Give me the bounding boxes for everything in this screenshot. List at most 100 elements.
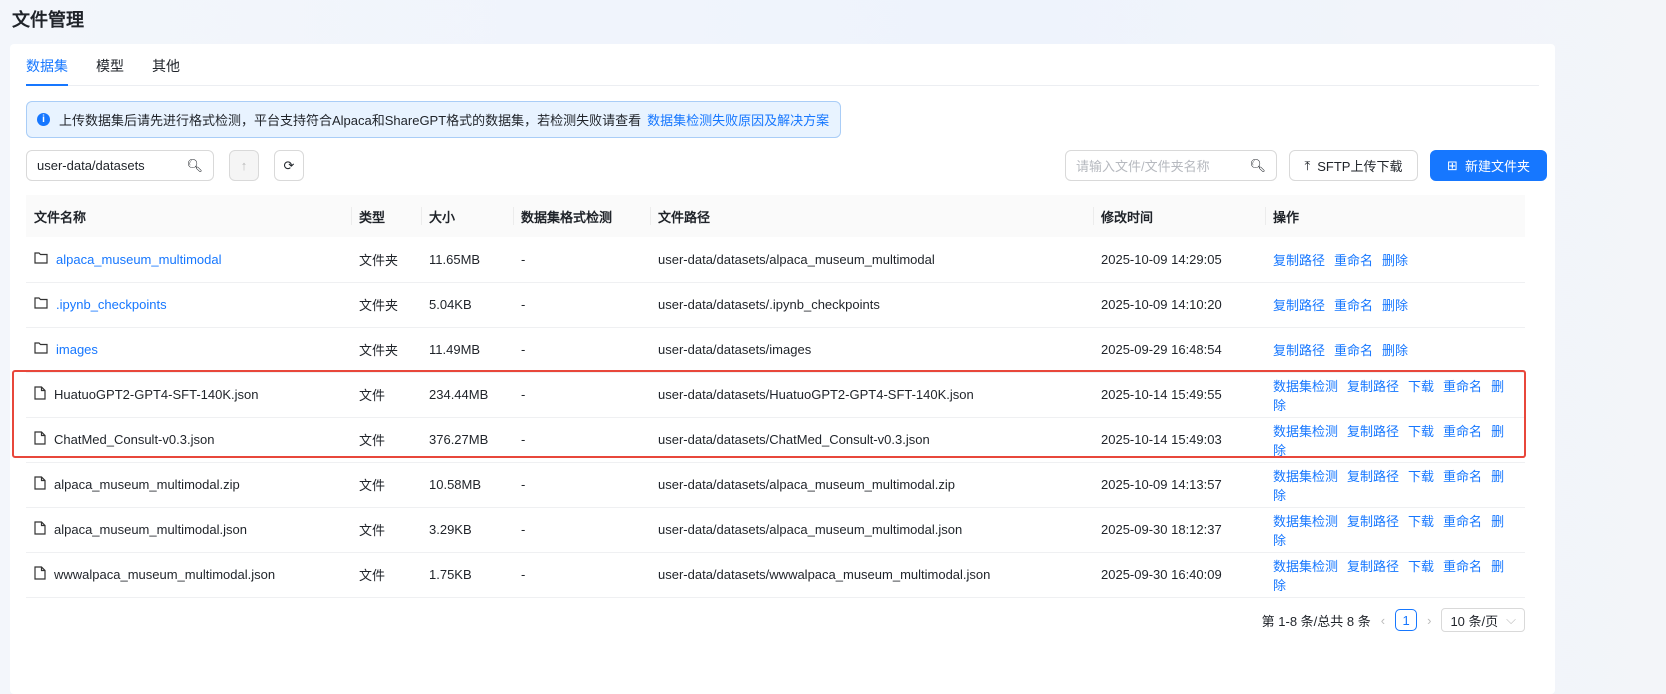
notice-help-link[interactable]: 数据集检测失败原因及解决方案 xyxy=(647,110,829,129)
info-notice: i 上传数据集后请先进行格式检测，平台支持符合Alpaca和ShareGPT格式… xyxy=(26,101,841,138)
action-link[interactable]: 重命名 xyxy=(1334,343,1373,358)
sftp-button[interactable]: ⤒ SFTP上传下载 xyxy=(1289,150,1418,181)
path-input[interactable]: user-data/datasets 🔍︎ xyxy=(26,150,214,181)
action-link[interactable]: 数据集检测 xyxy=(1273,514,1338,529)
table-row: wwwalpaca_museum_multimodal.json 文件 1.75… xyxy=(26,552,1525,598)
tab-datasets[interactable]: 数据集 xyxy=(26,56,68,86)
search-icon[interactable]: 🔍︎ xyxy=(186,158,203,174)
search-placeholder: 请输入文件/文件夹名称 xyxy=(1076,159,1210,174)
action-link[interactable]: 数据集检测 xyxy=(1273,469,1338,484)
format-check: - xyxy=(513,552,650,598)
page-1[interactable]: 1 xyxy=(1395,609,1418,631)
action-link[interactable]: 删除 xyxy=(1382,253,1408,268)
action-link[interactable]: 重命名 xyxy=(1443,379,1482,394)
info-icon: i xyxy=(37,113,50,126)
table-row: alpaca_museum_multimodal.json 文件 3.29KB … xyxy=(26,507,1525,553)
file-name[interactable]: images xyxy=(56,342,98,357)
action-link[interactable]: 复制路径 xyxy=(1273,343,1325,358)
tab-models[interactable]: 模型 xyxy=(96,56,124,76)
folder-plus-icon: ⊞ xyxy=(1447,157,1458,173)
action-link[interactable]: 复制路径 xyxy=(1347,469,1399,484)
action-link[interactable]: 复制路径 xyxy=(1273,253,1325,268)
file-type: 文件夹 xyxy=(351,327,421,373)
table-row: HuatuoGPT2-GPT4-SFT-140K.json 文件 234.44M… xyxy=(26,372,1525,418)
action-link[interactable]: 删除 xyxy=(1382,343,1408,358)
file-search-input[interactable]: 请输入文件/文件夹名称 🔍︎ xyxy=(1065,150,1277,181)
format-check: - xyxy=(513,507,650,553)
action-link[interactable]: 下载 xyxy=(1408,379,1434,394)
action-link[interactable]: 数据集检测 xyxy=(1273,424,1338,439)
action-link[interactable]: 复制路径 xyxy=(1347,379,1399,394)
action-link[interactable]: 复制路径 xyxy=(1347,424,1399,439)
path-value: user-data/datasets xyxy=(37,158,145,173)
next-page-icon[interactable]: › xyxy=(1427,613,1431,628)
go-up-button[interactable]: ↑ xyxy=(229,150,259,181)
file-type: 文件 xyxy=(351,417,421,463)
new-folder-button[interactable]: ⊞ 新建文件夹 xyxy=(1430,150,1547,181)
file-name: alpaca_museum_multimodal.json xyxy=(54,522,247,537)
file-name: ChatMed_Consult-v0.3.json xyxy=(54,432,215,447)
file-type: 文件 xyxy=(351,552,421,598)
action-link[interactable]: 重命名 xyxy=(1334,298,1373,313)
table-row: images 文件夹 11.49MB - user-data/datasets/… xyxy=(26,327,1525,373)
table-row: alpaca_museum_multimodal 文件夹 11.65MB - u… xyxy=(26,237,1525,283)
modified-time: 2025-09-30 16:40:09 xyxy=(1093,552,1265,598)
action-link[interactable]: 重命名 xyxy=(1334,253,1373,268)
file-manager-card: 数据集 模型 其他 i 上传数据集后请先进行格式检测，平台支持符合Alpaca和… xyxy=(10,44,1555,694)
file-name[interactable]: .ipynb_checkpoints xyxy=(56,297,167,312)
file-name[interactable]: alpaca_museum_multimodal xyxy=(56,252,221,267)
format-check: - xyxy=(513,327,650,373)
action-link[interactable]: 下载 xyxy=(1408,424,1434,439)
modified-time: 2025-09-29 16:48:54 xyxy=(1093,327,1265,373)
prev-page-icon[interactable]: ‹ xyxy=(1381,613,1385,628)
action-link[interactable]: 重命名 xyxy=(1443,424,1482,439)
file-type: 文件夹 xyxy=(351,282,421,328)
search-icon[interactable]: 🔍︎ xyxy=(1249,158,1266,174)
file-icon xyxy=(34,476,46,493)
file-size: 10.58MB xyxy=(421,462,513,508)
format-check: - xyxy=(513,462,650,508)
action-link[interactable]: 重命名 xyxy=(1443,559,1482,574)
action-link[interactable]: 重命名 xyxy=(1443,469,1482,484)
file-path: user-data/datasets/alpaca_museum_multimo… xyxy=(650,237,1093,283)
file-name: alpaca_museum_multimodal.zip xyxy=(54,477,240,492)
action-link[interactable]: 复制路径 xyxy=(1273,298,1325,313)
action-link[interactable]: 删除 xyxy=(1382,298,1408,313)
file-size: 11.65MB xyxy=(421,237,513,283)
pagination: 第 1-8 条/总共 8 条 ‹ 1 › 10 条/页 ⌵ xyxy=(1262,608,1525,632)
column-header: 大小 xyxy=(421,195,513,237)
folder-icon xyxy=(34,342,48,357)
refresh-button[interactable]: ⟳ xyxy=(274,150,304,181)
file-path: user-data/datasets/.ipynb_checkpoints xyxy=(650,282,1093,328)
action-link[interactable]: 重命名 xyxy=(1443,514,1482,529)
action-link[interactable]: 复制路径 xyxy=(1347,559,1399,574)
file-path: user-data/datasets/alpaca_museum_multimo… xyxy=(650,462,1093,508)
action-link[interactable]: 下载 xyxy=(1408,559,1434,574)
action-link[interactable]: 数据集检测 xyxy=(1273,559,1338,574)
action-link[interactable]: 下载 xyxy=(1408,514,1434,529)
modified-time: 2025-10-09 14:10:20 xyxy=(1093,282,1265,328)
table-row: .ipynb_checkpoints 文件夹 5.04KB - user-dat… xyxy=(26,282,1525,328)
file-icon xyxy=(34,566,46,583)
refresh-icon: ⟳ xyxy=(283,157,295,173)
action-link[interactable]: 复制路径 xyxy=(1347,514,1399,529)
page-size-select[interactable]: 10 条/页 ⌵ xyxy=(1441,608,1525,632)
file-path: user-data/datasets/HuatuoGPT2-GPT4-SFT-1… xyxy=(650,372,1093,418)
pagination-summary: 第 1-8 条/总共 8 条 xyxy=(1261,613,1371,629)
column-header: 文件名称 xyxy=(26,195,351,237)
table-row: alpaca_museum_multimodal.zip 文件 10.58MB … xyxy=(26,462,1525,508)
table-row: ChatMed_Consult-v0.3.json 文件 376.27MB - … xyxy=(26,417,1525,463)
column-header: 操作 xyxy=(1265,195,1525,237)
file-name: HuatuoGPT2-GPT4-SFT-140K.json xyxy=(54,387,259,402)
file-size: 1.75KB xyxy=(421,552,513,598)
file-size: 11.49MB xyxy=(421,327,513,373)
action-link[interactable]: 数据集检测 xyxy=(1273,379,1338,394)
format-check: - xyxy=(513,282,650,328)
file-icon xyxy=(34,431,46,448)
format-check: - xyxy=(513,237,650,283)
folder-icon xyxy=(34,297,48,312)
folder-icon xyxy=(34,252,48,267)
tab-other[interactable]: 其他 xyxy=(152,56,180,76)
modified-time: 2025-09-30 18:12:37 xyxy=(1093,507,1265,553)
action-link[interactable]: 下载 xyxy=(1408,469,1434,484)
